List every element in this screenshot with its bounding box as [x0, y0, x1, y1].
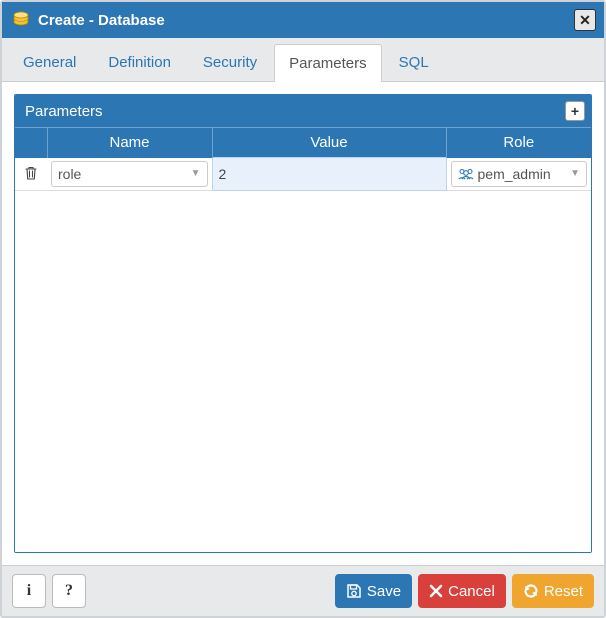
group-role-icon	[458, 168, 474, 180]
parameters-panel-title: Parameters	[25, 103, 565, 120]
column-header-delete	[15, 128, 47, 158]
delete-row-button[interactable]	[19, 166, 43, 181]
parameter-name-select[interactable]: role ▼	[51, 161, 208, 187]
tab-definition[interactable]: Definition	[93, 43, 186, 81]
reset-button-label: Reset	[544, 583, 583, 600]
parameter-value-text: 2	[219, 166, 227, 182]
tab-general[interactable]: General	[8, 43, 91, 81]
window-title: Create - Database	[38, 12, 574, 29]
tab-parameters[interactable]: Parameters	[274, 44, 382, 82]
save-icon	[346, 583, 362, 599]
parameter-role-value: pem_admin	[478, 166, 571, 182]
parameters-panel-header: Parameters +	[15, 95, 591, 127]
dialog-footer: i ? Save Cancel Reset	[2, 565, 604, 616]
table-row: role ▼ 2	[15, 158, 591, 191]
help-button[interactable]: ?	[52, 574, 86, 608]
chevron-down-icon: ▼	[570, 168, 580, 179]
window-titlebar: Create - Database ✕	[2, 2, 604, 38]
tab-sql[interactable]: SQL	[384, 43, 444, 81]
parameter-value-input[interactable]: 2	[212, 158, 446, 191]
tab-security[interactable]: Security	[188, 43, 272, 81]
tab-row: General Definition Security Parameters S…	[2, 38, 604, 82]
parameters-table: Name Value Role	[15, 127, 591, 191]
close-icon: ✕	[579, 13, 591, 27]
content-area: Parameters + Name Value Role	[2, 82, 604, 565]
save-button[interactable]: Save	[335, 574, 412, 608]
cancel-button-label: Cancel	[448, 583, 495, 600]
save-button-label: Save	[367, 583, 401, 600]
close-button[interactable]: ✕	[574, 9, 596, 31]
info-icon: i	[27, 582, 31, 600]
plus-icon: +	[571, 104, 579, 118]
trash-icon	[24, 166, 38, 181]
column-header-name: Name	[47, 128, 212, 158]
add-parameter-button[interactable]: +	[565, 101, 585, 121]
database-icon	[12, 11, 30, 29]
parameters-panel: Parameters + Name Value Role	[14, 94, 592, 553]
cancel-icon	[429, 584, 443, 598]
reset-icon	[523, 583, 539, 599]
help-icon: ?	[65, 582, 73, 600]
chevron-down-icon: ▼	[191, 168, 201, 179]
parameters-panel-body: Name Value Role	[15, 127, 591, 552]
table-header-row: Name Value Role	[15, 128, 591, 158]
column-header-value: Value	[212, 128, 446, 158]
parameter-role-select[interactable]: pem_admin ▼	[451, 161, 588, 187]
reset-button[interactable]: Reset	[512, 574, 594, 608]
parameter-name-value: role	[58, 166, 191, 182]
cancel-button[interactable]: Cancel	[418, 574, 506, 608]
column-header-role: Role	[446, 128, 591, 158]
info-button[interactable]: i	[12, 574, 46, 608]
